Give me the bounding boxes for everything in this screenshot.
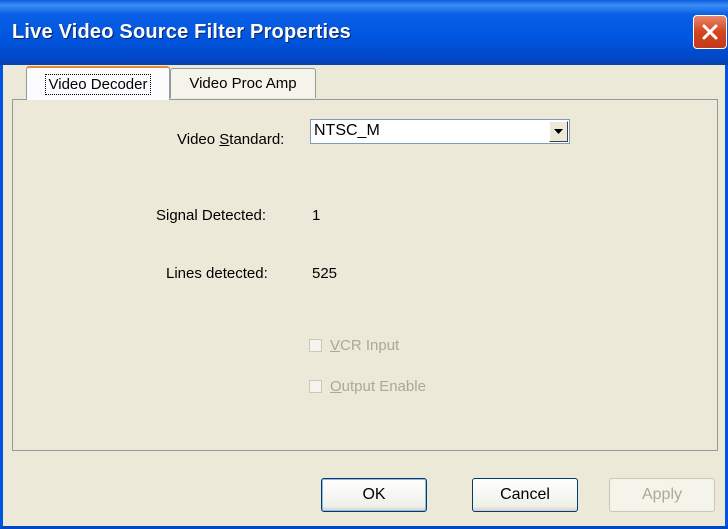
close-button[interactable]	[693, 15, 727, 49]
vcr-input-checkbox[interactable]: VCR Input	[309, 337, 399, 354]
window-title: Live Video Source Filter Properties	[12, 21, 351, 43]
signal-detected-value: 1	[312, 207, 321, 224]
video-standard-dropdown-button[interactable]	[549, 121, 568, 142]
tab-video-decoder-label: Video Decoder	[44, 73, 152, 95]
cancel-button[interactable]: Cancel	[472, 478, 578, 512]
vcr-input-box[interactable]	[309, 339, 322, 352]
tab-panel: Video Standard: Signal Detected: 1 Lines…	[12, 99, 718, 451]
signal-detected-label: Signal Detected:	[156, 207, 267, 224]
output-enable-box[interactable]	[309, 380, 322, 393]
vcr-input-label: VCR Input	[330, 337, 400, 354]
lines-detected-value: 525	[312, 265, 338, 282]
lines-detected-label: Lines detected:	[166, 265, 268, 282]
ok-button[interactable]: OK	[321, 478, 427, 512]
tab-video-decoder[interactable]: Video Decoder	[26, 66, 170, 100]
tab-video-proc-amp-label: Video Proc Amp	[189, 75, 297, 92]
video-standard-select[interactable]: NTSC_M	[310, 119, 570, 144]
properties-dialog: Live Video Source Filter Properties Vide…	[0, 0, 728, 529]
close-icon	[702, 24, 718, 40]
apply-button[interactable]: Apply	[609, 478, 715, 512]
tab-video-proc-amp[interactable]: Video Proc Amp	[170, 68, 316, 98]
output-enable-label: Output Enable	[330, 378, 426, 395]
video-standard-label: Video Standard:	[177, 131, 285, 148]
output-enable-checkbox[interactable]: Output Enable	[309, 378, 426, 395]
window-frame-left	[0, 65, 3, 529]
title-bar[interactable]: Live Video Source Filter Properties	[0, 0, 728, 65]
video-standard-value: NTSC_M	[314, 122, 380, 139]
chevron-down-icon	[554, 128, 563, 134]
